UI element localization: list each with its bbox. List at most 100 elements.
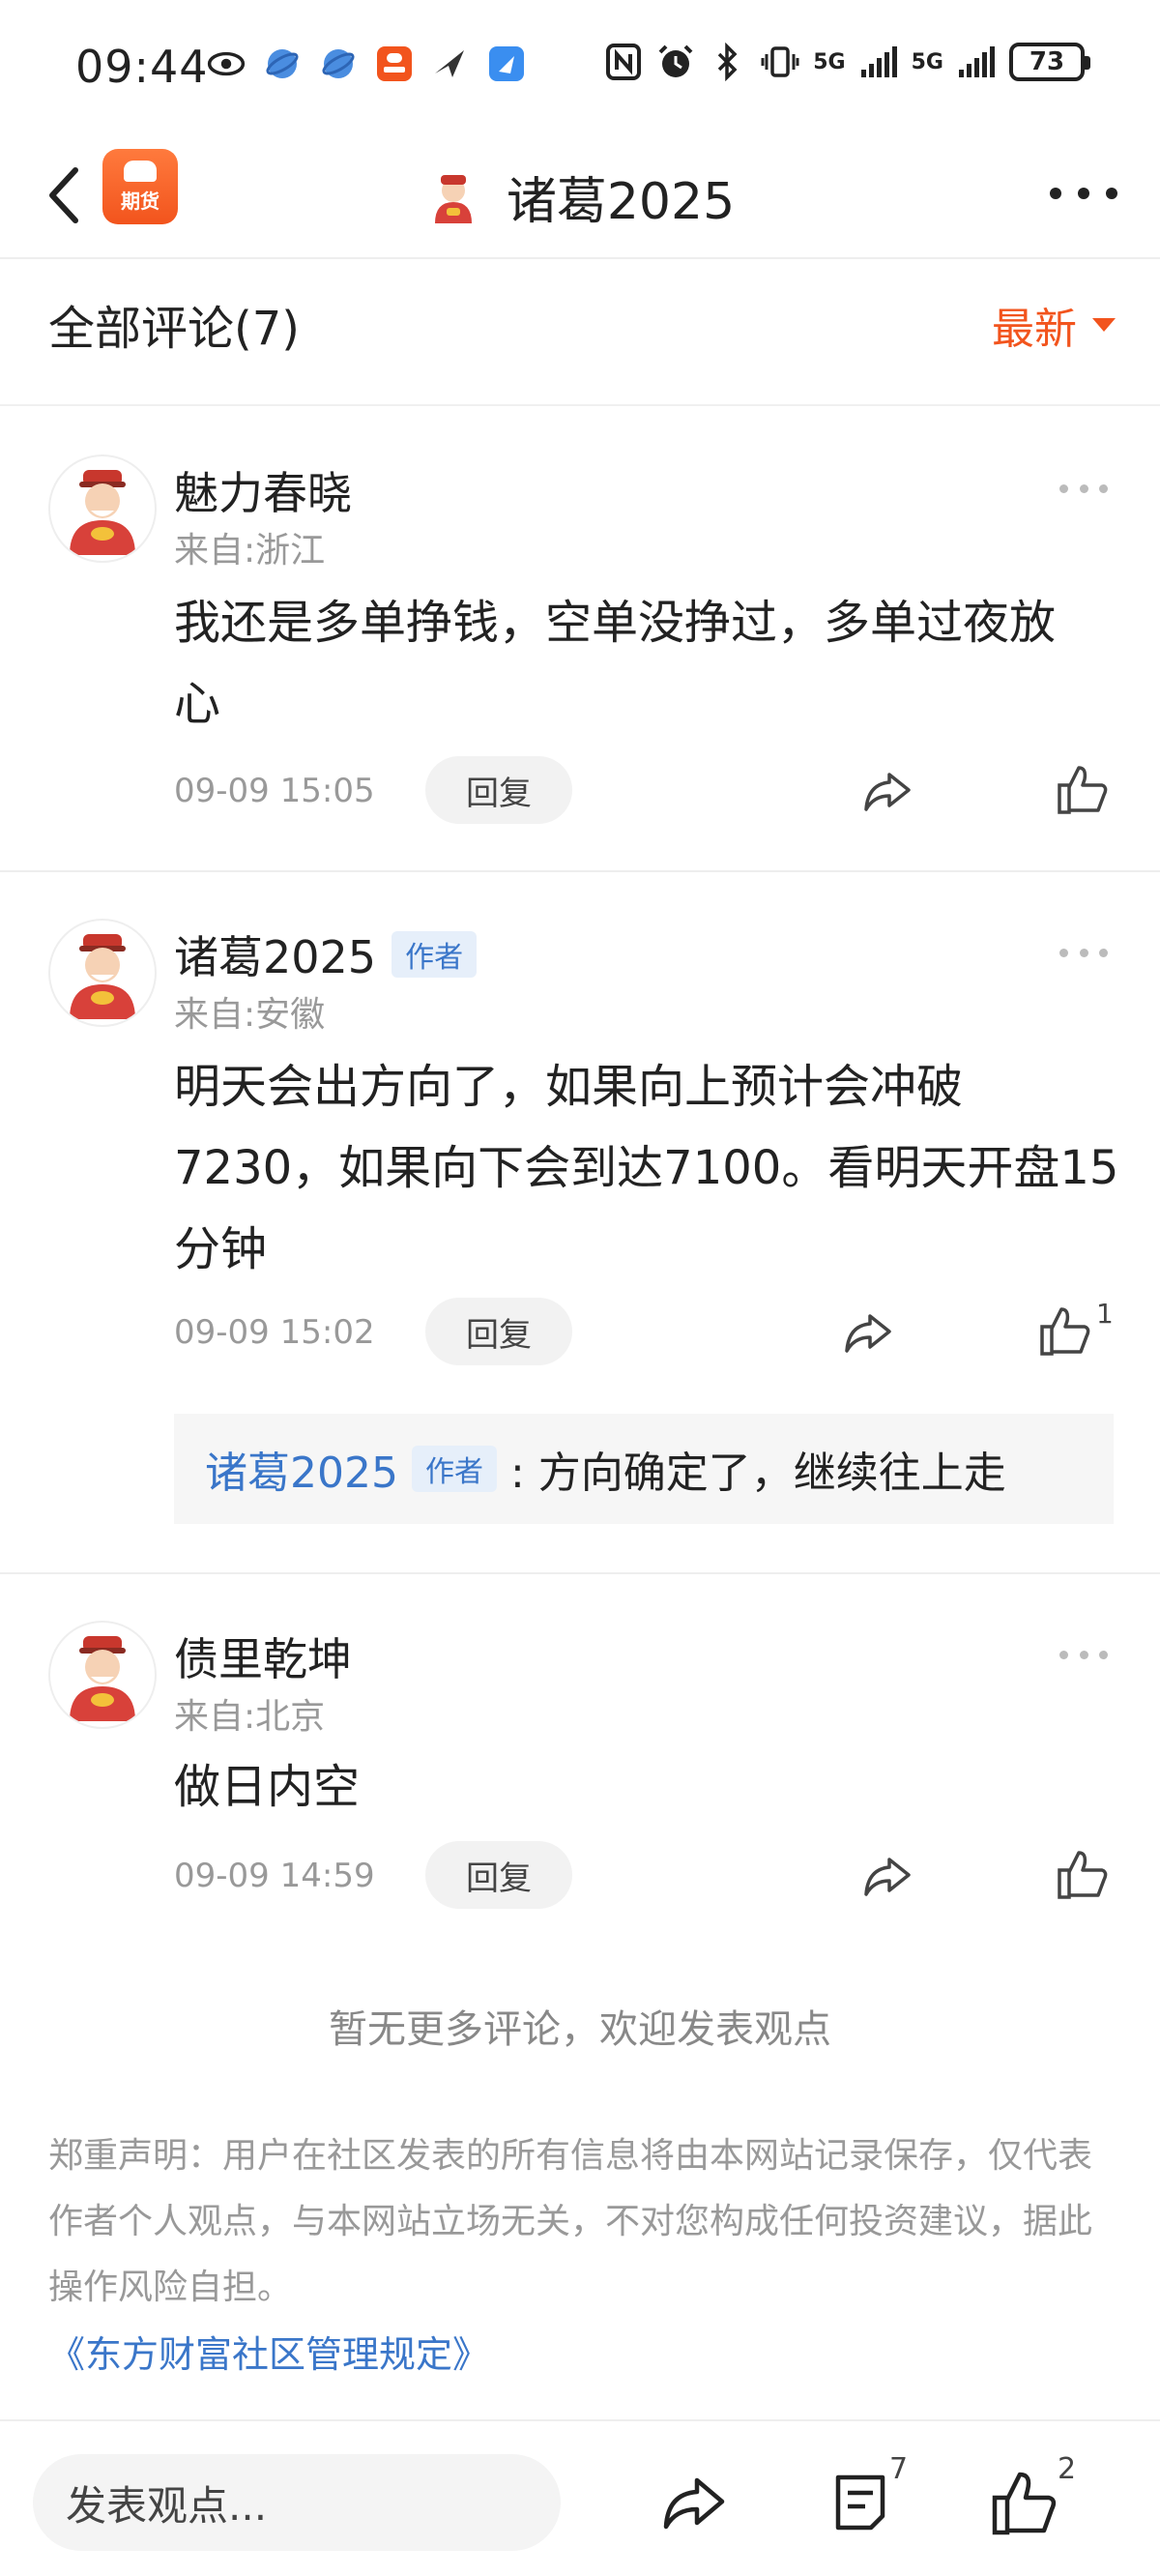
- dot-icon: [1099, 948, 1108, 957]
- share-button[interactable]: [858, 1847, 916, 1905]
- dot-icon: [1079, 948, 1088, 957]
- comment-time: 09-09 14:59: [174, 1857, 375, 1895]
- comment-text: 我还是多单挣钱，空单没挣过，多单过夜放心: [174, 596, 1057, 731]
- battery-indicator: 73: [1009, 43, 1090, 81]
- dot-icon: [1079, 483, 1088, 493]
- sub-reply-author[interactable]: 诸葛2025: [205, 1438, 398, 1500]
- comment-author[interactable]: 诸葛2025 作者: [174, 922, 478, 986]
- browser-icon: [263, 44, 302, 83]
- sub-reply-text: : 方向确定了，继续往上走: [509, 1449, 1006, 1498]
- comment-text: 明天会出方向了，如果向上预计会冲破7230，如果向下会到达7100。看明天开盘1…: [174, 1060, 1119, 1276]
- post-title: 诸葛2025: [0, 161, 1160, 233]
- author-avatar-small: [434, 174, 472, 223]
- comment-item: 诸葛2025 作者 来自:安徽 明天会出方向了，如果向上预计会冲破7230，如果…: [0, 872, 1160, 1574]
- comments-count-title: 全部评论(7): [48, 302, 300, 356]
- like-post-button[interactable]: [988, 2466, 1061, 2539]
- nfc-icon: [604, 43, 643, 81]
- sub-reply[interactable]: 诸葛2025 作者 : 方向确定了，继续往上走: [174, 1414, 1114, 1524]
- comment-more-button[interactable]: [1059, 482, 1108, 495]
- avatar-image: [70, 470, 135, 555]
- thumbs-up-icon: [1058, 1851, 1108, 1899]
- comment-item: 债里乾坤 来自:北京 做日内空 09-09 14:59 回复: [0, 1574, 1160, 1961]
- share-button[interactable]: [858, 762, 916, 820]
- avatar[interactable]: [48, 1621, 157, 1729]
- dot-icon: [1078, 188, 1089, 199]
- avatar[interactable]: [48, 919, 157, 1027]
- status-time: 09:44: [75, 41, 209, 93]
- reply-button[interactable]: 回复: [425, 756, 572, 824]
- comment-author[interactable]: 魅力春晓: [174, 458, 352, 522]
- feishu-icon: [487, 44, 526, 83]
- community-rules-link[interactable]: 《东方财富社区管理规定》: [48, 2325, 489, 2378]
- dot-icon: [1050, 188, 1061, 199]
- comments-button[interactable]: [824, 2466, 897, 2539]
- share-icon: [845, 1314, 891, 1353]
- reply-button[interactable]: 回复: [425, 1841, 572, 1909]
- comments-header: 全部评论(7) 最新: [0, 261, 1160, 406]
- avatar-image: [70, 1636, 135, 1721]
- reply-button[interactable]: 回复: [425, 1298, 572, 1365]
- send-icon: [431, 44, 470, 83]
- comment-time: 09-09 15:02: [174, 1313, 375, 1352]
- share-button[interactable]: [839, 1303, 897, 1361]
- caret-down-icon: [1092, 318, 1116, 332]
- like-button[interactable]: [1036, 1302, 1094, 1360]
- comment-author[interactable]: 债里乾坤: [174, 1625, 352, 1688]
- comment-item: 魅力春晓 来自:浙江 我还是多单挣钱，空单没挣过，多单过夜放心 09-09 15…: [0, 408, 1160, 872]
- dot-icon: [1059, 483, 1068, 493]
- author-name: 诸葛2025: [174, 931, 377, 983]
- bottom-bar: 发表观点... 7 2: [0, 2419, 1160, 2576]
- avatar[interactable]: [48, 454, 157, 563]
- share-icon: [663, 2477, 725, 2530]
- comment-input[interactable]: 发表观点...: [33, 2454, 561, 2551]
- comment-location: 来自:北京: [174, 1697, 326, 1737]
- dot-icon: [1106, 188, 1117, 199]
- like-button[interactable]: [1054, 1845, 1112, 1903]
- dot-icon: [1079, 1650, 1088, 1659]
- comment-more-button[interactable]: [1059, 1648, 1108, 1661]
- notification-icons: [207, 44, 526, 83]
- vibrate-icon: [761, 43, 799, 81]
- alarm-icon: [656, 43, 695, 81]
- comment-count: 7: [889, 2452, 909, 2486]
- author-name: 魅力春晓: [174, 467, 352, 519]
- sort-dropdown[interactable]: 最新: [992, 294, 1116, 356]
- like-count: 2: [1058, 2452, 1077, 2486]
- share-icon: [864, 1858, 911, 1896]
- like-count: 1: [1096, 1298, 1114, 1330]
- browser-icon-2: [319, 44, 358, 83]
- sort-label: 最新: [992, 305, 1077, 354]
- comment-location: 来自:浙江: [174, 531, 326, 571]
- futures-app-icon: [375, 44, 414, 83]
- share-post-button[interactable]: [657, 2466, 731, 2539]
- dot-icon: [1059, 1650, 1068, 1659]
- author-name: 债里乾坤: [174, 1633, 352, 1685]
- dot-icon: [1059, 948, 1068, 957]
- dot-icon: [1099, 1650, 1108, 1659]
- thumbs-up-icon: [1040, 1307, 1090, 1356]
- battery-level: 73: [1029, 47, 1065, 76]
- comment-location: 来自:安徽: [174, 995, 326, 1035]
- disclaimer-text: 郑重声明：用户在社区发表的所有信息将由本网站记录保存，仅代表作者个人观点，与本网…: [48, 2136, 1093, 2307]
- comment-more-button[interactable]: [1059, 946, 1108, 959]
- network-type-2: 5G: [911, 49, 943, 74]
- comment-list-icon: [835, 2474, 885, 2531]
- like-button[interactable]: [1054, 760, 1112, 818]
- comment-time: 09-09 15:05: [174, 772, 375, 810]
- page-title: 诸葛2025: [506, 173, 736, 231]
- thumbs-up-icon: [1058, 766, 1108, 814]
- author-tag: 作者: [392, 931, 478, 978]
- status-bar: 09:44 5G 5G 73: [0, 0, 1160, 135]
- system-icons: 5G 5G 73: [604, 43, 1090, 81]
- avatar-image: [70, 934, 135, 1019]
- signal-icon-2: [957, 43, 996, 81]
- dot-icon: [1099, 483, 1108, 493]
- author-tag: 作者: [411, 1446, 497, 1492]
- signal-icon: [859, 43, 898, 81]
- title-bar: 期货 诸葛2025: [0, 135, 1160, 259]
- comment-input-placeholder: 发表观点...: [66, 2481, 268, 2530]
- comment-text: 做日内空: [174, 1760, 361, 1814]
- network-type-1: 5G: [813, 49, 846, 74]
- more-options-button[interactable]: [1050, 174, 1117, 213]
- thumbs-up-icon: [992, 2472, 1057, 2535]
